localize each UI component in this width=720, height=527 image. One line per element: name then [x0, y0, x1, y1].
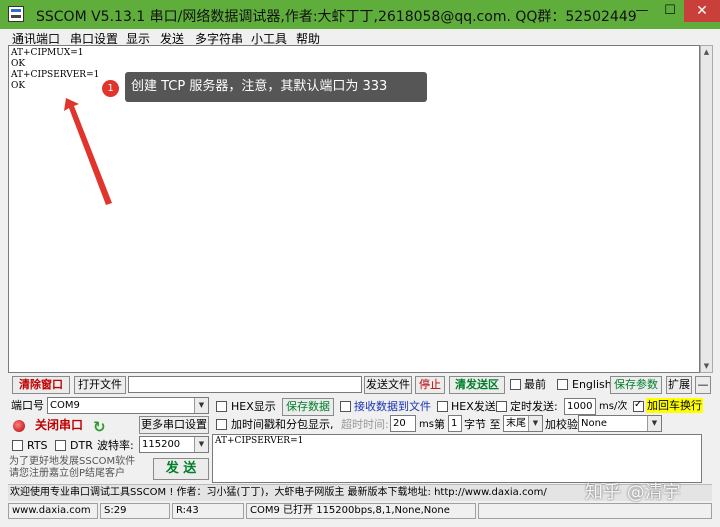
- port-label: 端口号: [11, 399, 44, 412]
- rts-label: RTS: [27, 439, 48, 452]
- close-port-button[interactable]: 关闭串口: [30, 417, 88, 435]
- interval-input[interactable]: 1000: [564, 398, 596, 415]
- timestamp-checkbox[interactable]: [216, 419, 227, 430]
- baud-select[interactable]: 115200 ▼: [139, 436, 209, 453]
- recv-to-file-checkbox[interactable]: [340, 401, 351, 412]
- stop-button[interactable]: 停止: [415, 376, 445, 394]
- topmost-checkbox[interactable]: [510, 379, 521, 390]
- dtr-checkbox[interactable]: [55, 440, 66, 451]
- byte-to-label: 字节 至: [464, 418, 501, 431]
- expand-button[interactable]: 扩展: [666, 376, 692, 394]
- add-crlf-label: 加回车换行: [646, 398, 703, 413]
- chevron-down-icon[interactable]: ▼: [194, 437, 208, 452]
- open-file-button[interactable]: 打开文件: [74, 376, 126, 394]
- save-params-button[interactable]: 保存参数: [610, 376, 662, 394]
- status-site[interactable]: www.daxia.com: [8, 503, 98, 519]
- timeout-unit: ms: [419, 419, 434, 430]
- collapse-button[interactable]: —: [695, 376, 711, 394]
- recv-to-file-label[interactable]: 接收数据到文件: [354, 399, 431, 414]
- hex-send-checkbox[interactable]: [437, 401, 448, 412]
- save-data-button[interactable]: 保存数据: [282, 398, 334, 416]
- interval-unit: ms/次: [599, 401, 628, 412]
- nth-label: 第: [434, 418, 445, 431]
- checksum-select-value: None: [581, 418, 608, 429]
- status-extra: [478, 503, 712, 519]
- hex-display-label: HEX显示: [231, 400, 276, 413]
- send-file-button[interactable]: 发送文件: [364, 376, 412, 394]
- send-text: AT+CIPSERVER=1: [215, 436, 304, 446]
- timed-send-label: 定时发送:: [510, 400, 558, 413]
- info-ticker-text: 欢迎使用专业串口调试工具SSCOM ! 作者：习小猛(丁丁)，大虾电子网版主 最…: [10, 487, 547, 498]
- hex-send-label: HEX发送: [451, 400, 496, 413]
- status-sent: S:29: [100, 503, 170, 519]
- promo-text: 为了更好地发展SSCOM软件: [9, 456, 136, 467]
- timeout-label: 超时时间:: [341, 418, 389, 431]
- port-select[interactable]: COM9 ▼: [47, 397, 209, 414]
- timed-send-checkbox[interactable]: [496, 401, 507, 412]
- annotation-callout: 创建 TCP 服务器，注意，其默认端口为 333: [125, 72, 427, 102]
- send-button[interactable]: 发 送: [153, 458, 209, 480]
- english-label: English: [572, 378, 612, 391]
- checksum-label: 加校验: [545, 418, 578, 431]
- timeout-input[interactable]: 20: [390, 415, 416, 432]
- chevron-down-icon[interactable]: ▼: [528, 416, 542, 431]
- checksum-select[interactable]: None ▼: [578, 415, 662, 432]
- nth-input[interactable]: 1: [448, 415, 462, 432]
- file-path-input[interactable]: [128, 376, 362, 393]
- rts-checkbox[interactable]: [12, 440, 23, 451]
- annotation-badge: 1: [102, 80, 119, 97]
- english-checkbox[interactable]: [557, 379, 568, 390]
- end-select-value: 末尾: [506, 418, 526, 429]
- port-select-value: COM9: [50, 400, 80, 411]
- promo-text-2: 请您注册嘉立创P结尾客户: [9, 468, 126, 479]
- send-input-area[interactable]: AT+CIPSERVER=1: [212, 434, 702, 483]
- clear-window-button[interactable]: 清除窗口: [12, 376, 70, 394]
- refresh-icon[interactable]: ↻: [93, 418, 106, 436]
- hex-display-checkbox[interactable]: [216, 401, 227, 412]
- clear-send-button[interactable]: 清发送区: [449, 376, 505, 394]
- baud-select-value: 115200: [142, 439, 181, 450]
- more-port-settings-button[interactable]: 更多串口设置: [139, 416, 209, 434]
- chevron-down-icon[interactable]: ▼: [194, 398, 208, 413]
- add-crlf-checkbox[interactable]: [633, 399, 644, 412]
- port-status-led-icon: [13, 420, 25, 432]
- watermark: 知乎 @清宇: [585, 482, 681, 503]
- chevron-down-icon[interactable]: ▼: [647, 416, 661, 431]
- timestamp-label: 加时间戳和分包显示,: [231, 418, 334, 431]
- baud-label: 波特率:: [97, 439, 134, 452]
- status-recv: R:43: [172, 503, 244, 519]
- end-select[interactable]: 末尾 ▼: [503, 415, 543, 432]
- sscom-window: SSCOM V5.13.1 串口/网络数据调试器,作者:大虾丁丁,2618058…: [0, 0, 720, 527]
- status-port-state: COM9 已打开 115200bps,8,1,None,None: [246, 503, 476, 519]
- topmost-label: 最前: [524, 378, 546, 391]
- status-bar: www.daxia.com S:29 R:43 COM9 已打开 115200b…: [8, 502, 712, 520]
- dtr-label: DTR: [70, 439, 93, 452]
